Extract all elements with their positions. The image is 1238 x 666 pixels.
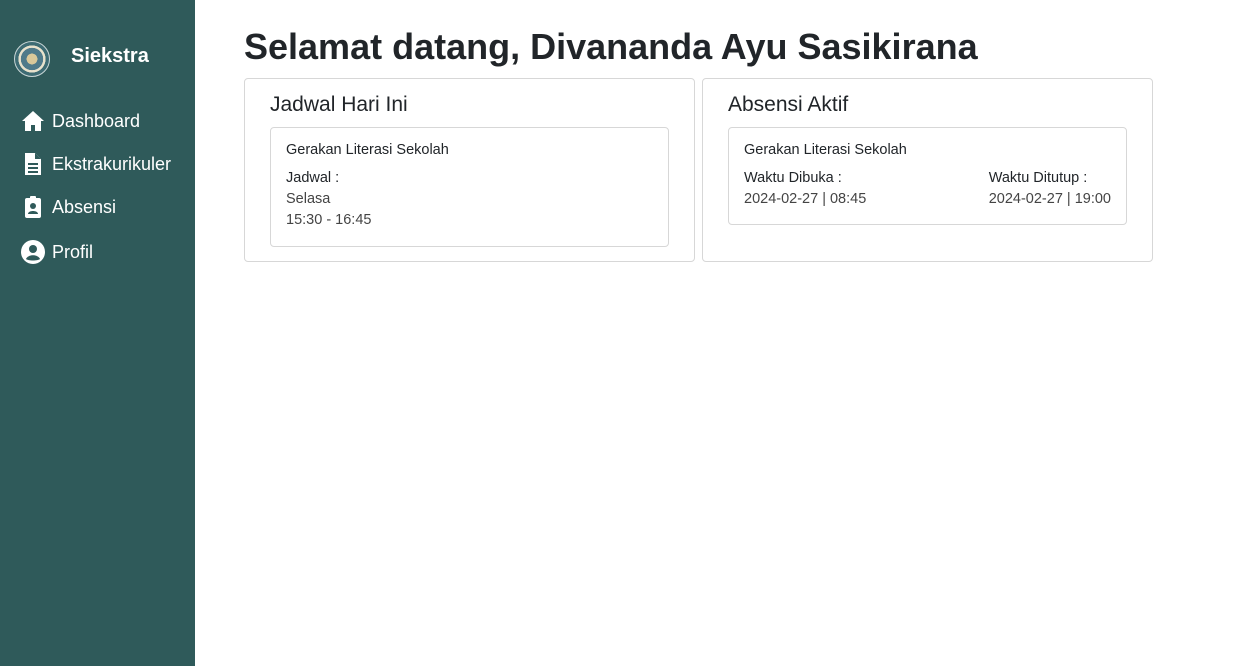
absensi-open-label: Waktu Dibuka : bbox=[744, 170, 842, 186]
sidebar-item-label: Dashboard bbox=[52, 110, 141, 131]
absensi-open-value: 2024-02-27 | 08:45 bbox=[744, 191, 867, 207]
clipboard-user-icon bbox=[20, 195, 46, 219]
jadwal-card: Jadwal Hari Ini Gerakan Literasi Sekolah… bbox=[244, 78, 695, 262]
absensi-times: Waktu Dibuka : 2024-02-27 | 08:45 Waktu … bbox=[744, 168, 1111, 210]
absensi-close: Waktu Ditutup : 2024-02-27 | 19:00 bbox=[989, 168, 1111, 210]
absensi-activity-name: Gerakan Literasi Sekolah bbox=[744, 142, 907, 158]
jadwal-item: Gerakan Literasi Sekolah Jadwal : Selasa… bbox=[270, 127, 669, 247]
absensi-close-label: Waktu Ditutup : bbox=[988, 170, 1088, 186]
sidebar-item-label: Ekstrakurikuler bbox=[52, 153, 172, 174]
brand[interactable]: Siekstra bbox=[14, 41, 149, 77]
sidebar-item-dashboard[interactable]: Dashboard bbox=[20, 107, 140, 135]
sidebar-item-ekstrakurikuler[interactable]: Ekstrakurikuler bbox=[20, 150, 171, 178]
home-icon bbox=[20, 110, 46, 132]
sidebar-item-profil[interactable]: Profil bbox=[20, 238, 93, 266]
absensi-close-value: 2024-02-27 | 19:00 bbox=[988, 191, 1111, 207]
sidebar-item-label: Profil bbox=[52, 241, 94, 262]
jadwal-activity-name: Gerakan Literasi Sekolah bbox=[286, 142, 449, 158]
brand-name: Siekstra bbox=[71, 45, 149, 67]
absensi-open: Waktu Dibuka : 2024-02-27 | 08:45 bbox=[744, 168, 866, 210]
school-logo bbox=[14, 41, 50, 77]
page-title: Selamat datang, Divananda Ayu Sasikirana bbox=[244, 26, 978, 67]
sidebar-item-label: Absensi bbox=[52, 196, 117, 217]
jadwal-label: Jadwal : bbox=[286, 170, 340, 186]
sidebar-item-absensi[interactable]: Absensi bbox=[20, 193, 116, 221]
absensi-card-title: Absensi Aktif bbox=[728, 93, 849, 116]
jadwal-card-title: Jadwal Hari Ini bbox=[270, 93, 408, 116]
absensi-card: Absensi Aktif Gerakan Literasi Sekolah W… bbox=[702, 78, 1153, 262]
jadwal-time: 15:30 - 16:45 bbox=[286, 212, 372, 228]
document-icon bbox=[20, 152, 46, 176]
absensi-item[interactable]: Gerakan Literasi Sekolah Waktu Dibuka : … bbox=[728, 127, 1127, 225]
jadwal-day: Selasa bbox=[286, 191, 331, 207]
sidebar: Siekstra Dashboard Ekstrakurikuler Absen… bbox=[0, 0, 195, 666]
user-circle-icon bbox=[20, 240, 46, 264]
